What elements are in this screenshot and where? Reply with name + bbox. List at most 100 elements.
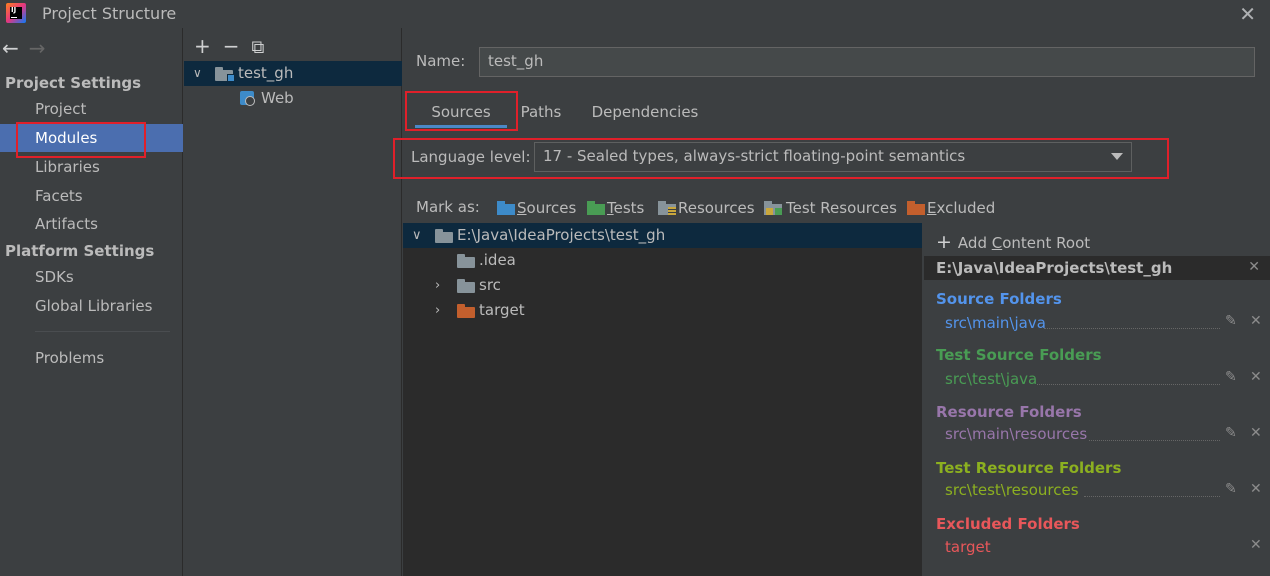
- mark-as-sources-label: ources: [526, 199, 577, 217]
- mark-as-tests-label: ests: [613, 199, 645, 217]
- remove-folder-icon[interactable]: ✕: [1250, 369, 1262, 385]
- remove-icon[interactable]: −: [223, 34, 240, 58]
- tree-item-label: target: [479, 301, 525, 319]
- edit-pencil-icon[interactable]: ✎: [1225, 425, 1237, 441]
- remove-folder-icon[interactable]: ✕: [1250, 537, 1262, 553]
- forward-arrow-icon[interactable]: →: [29, 36, 46, 60]
- module-list-panel: + − ⧉ ∨ test_gh Web: [184, 28, 402, 576]
- edit-pencil-icon[interactable]: ✎: [1225, 369, 1237, 385]
- sidebar-item-sdks[interactable]: SDKs: [0, 263, 183, 291]
- test-resource-folders-title: Test Resource Folders: [936, 459, 1122, 477]
- tree-item-label: .idea: [479, 251, 516, 269]
- content-roots-panel: + Add Content Root E:\Java\IdeaProjects\t…: [924, 223, 1270, 576]
- tree-row-idea[interactable]: .idea: [403, 248, 922, 273]
- dotted-leader: [1089, 440, 1220, 441]
- excluded-folder-icon: [907, 201, 925, 215]
- content-root-path: E:\Java\IdeaProjects\test_gh: [936, 259, 1173, 277]
- add-content-root-mnemonic: C: [991, 234, 1003, 252]
- add-icon[interactable]: +: [194, 34, 211, 58]
- facet-name: Web: [261, 89, 294, 107]
- module-toolbar: + − ⧉: [194, 34, 276, 58]
- language-level-label: Language level:: [411, 148, 531, 166]
- test-resource-folder-path[interactable]: src\test\resources: [945, 481, 1079, 499]
- resource-folders-title: Resource Folders: [936, 403, 1082, 421]
- module-folder-icon: [215, 67, 235, 82]
- chevron-right-icon[interactable]: ›: [435, 273, 440, 298]
- tree-row-target[interactable]: › target: [403, 298, 922, 323]
- resource-folder-path[interactable]: src\main\resources: [945, 425, 1087, 443]
- web-facet-icon: [240, 91, 255, 106]
- back-arrow-icon[interactable]: ←: [2, 36, 19, 60]
- sidebar-item-global-libraries[interactable]: Global Libraries: [0, 292, 183, 320]
- folder-icon: [457, 279, 475, 293]
- add-content-root-label-rest: ontent Root: [1002, 234, 1091, 252]
- history-nav: ← →: [2, 36, 56, 60]
- source-folders-title: Source Folders: [936, 290, 1062, 308]
- add-content-root-label: Add: [957, 234, 992, 252]
- dropdown-arrow-icon: [1111, 153, 1123, 160]
- source-folder-path[interactable]: src\main\java: [945, 314, 1046, 332]
- tab-paths[interactable]: Paths: [516, 96, 566, 128]
- tab-sources[interactable]: Sources: [415, 96, 507, 128]
- chevron-down-icon[interactable]: ∨: [193, 61, 202, 86]
- logo-text: IJ: [11, 6, 17, 14]
- remove-folder-icon[interactable]: ✕: [1250, 481, 1262, 497]
- module-name-input[interactable]: test_gh: [479, 47, 1255, 77]
- chevron-right-icon[interactable]: ›: [435, 298, 440, 323]
- sidebar-divider: [35, 331, 170, 332]
- title-bar: IJ Project Structure ✕: [0, 0, 1270, 28]
- content-root-header: E:\Java\IdeaProjects\test_gh ✕: [924, 256, 1270, 280]
- project-settings-heading: Project Settings: [5, 74, 142, 92]
- sidebar-item-libraries[interactable]: Libraries: [0, 153, 183, 181]
- remove-root-icon[interactable]: ✕: [1248, 259, 1260, 275]
- module-settings-panel: Name: test_gh Sources Paths Dependencies…: [403, 28, 1270, 576]
- sources-folder-icon: [497, 201, 515, 215]
- tree-row-src[interactable]: › src: [403, 273, 922, 298]
- remove-folder-icon[interactable]: ✕: [1250, 425, 1262, 441]
- module-row-test-gh[interactable]: ∨ test_gh: [184, 61, 402, 86]
- sidebar-item-modules[interactable]: Modules: [0, 124, 183, 152]
- excluded-folder-icon: [457, 304, 475, 318]
- tests-folder-icon: [587, 201, 605, 215]
- settings-sidebar: ← → Project Settings Project Modules Libr…: [0, 28, 183, 576]
- edit-pencil-icon[interactable]: ✎: [1225, 481, 1237, 497]
- folder-icon: [457, 254, 475, 268]
- close-icon[interactable]: ✕: [1239, 2, 1256, 26]
- mark-as-label: Mark as:: [416, 198, 480, 216]
- window-title: Project Structure: [42, 4, 177, 23]
- module-name: test_gh: [238, 64, 294, 82]
- mark-as-tests-mnemonic: T: [607, 199, 614, 217]
- test-resources-folder-icon: [764, 201, 782, 215]
- intellij-logo-icon: IJ: [6, 3, 26, 23]
- sidebar-item-problems[interactable]: Problems: [0, 344, 183, 372]
- mark-as-resources-label: Resources: [678, 199, 755, 217]
- remove-folder-icon[interactable]: ✕: [1250, 313, 1262, 329]
- content-root-tree: ∨ E:\Java\IdeaProjects\test_gh .idea › s…: [403, 223, 922, 576]
- excluded-folders-title: Excluded Folders: [936, 515, 1080, 533]
- test-source-folder-path[interactable]: src\test\java: [945, 370, 1037, 388]
- mark-as-sources-mnemonic: S: [517, 199, 527, 217]
- plus-icon: +: [936, 231, 952, 253]
- edit-pencil-icon[interactable]: ✎: [1225, 313, 1237, 329]
- chevron-down-icon[interactable]: ∨: [412, 223, 422, 248]
- facet-row-web[interactable]: Web: [184, 86, 402, 111]
- tree-row-root[interactable]: ∨ E:\Java\IdeaProjects\test_gh: [403, 223, 922, 248]
- folder-icon: [435, 229, 453, 243]
- dotted-leader: [1044, 328, 1220, 329]
- test-source-folders-title: Test Source Folders: [936, 346, 1102, 364]
- language-level-select[interactable]: 17 - Sealed types, always-strict floatin…: [534, 142, 1132, 172]
- mark-as-test-resources-label: Test Resources: [786, 199, 897, 217]
- excluded-folder-path[interactable]: target: [945, 538, 991, 556]
- language-level-value: 17 - Sealed types, always-strict floatin…: [543, 147, 966, 165]
- sidebar-item-facets[interactable]: Facets: [0, 182, 183, 210]
- sidebar-item-artifacts[interactable]: Artifacts: [0, 210, 183, 238]
- platform-settings-heading: Platform Settings: [5, 242, 155, 260]
- resources-folder-icon: [658, 201, 676, 215]
- copy-icon[interactable]: ⧉: [252, 37, 265, 58]
- root-path-label: E:\Java\IdeaProjects\test_gh: [457, 226, 666, 244]
- add-content-root-button[interactable]: + Add Content Root: [936, 231, 1090, 253]
- dotted-leader: [1084, 496, 1220, 497]
- mark-as-excluded-label: xcluded: [936, 199, 996, 217]
- tab-dependencies[interactable]: Dependencies: [589, 96, 701, 128]
- sidebar-item-project[interactable]: Project: [0, 95, 183, 123]
